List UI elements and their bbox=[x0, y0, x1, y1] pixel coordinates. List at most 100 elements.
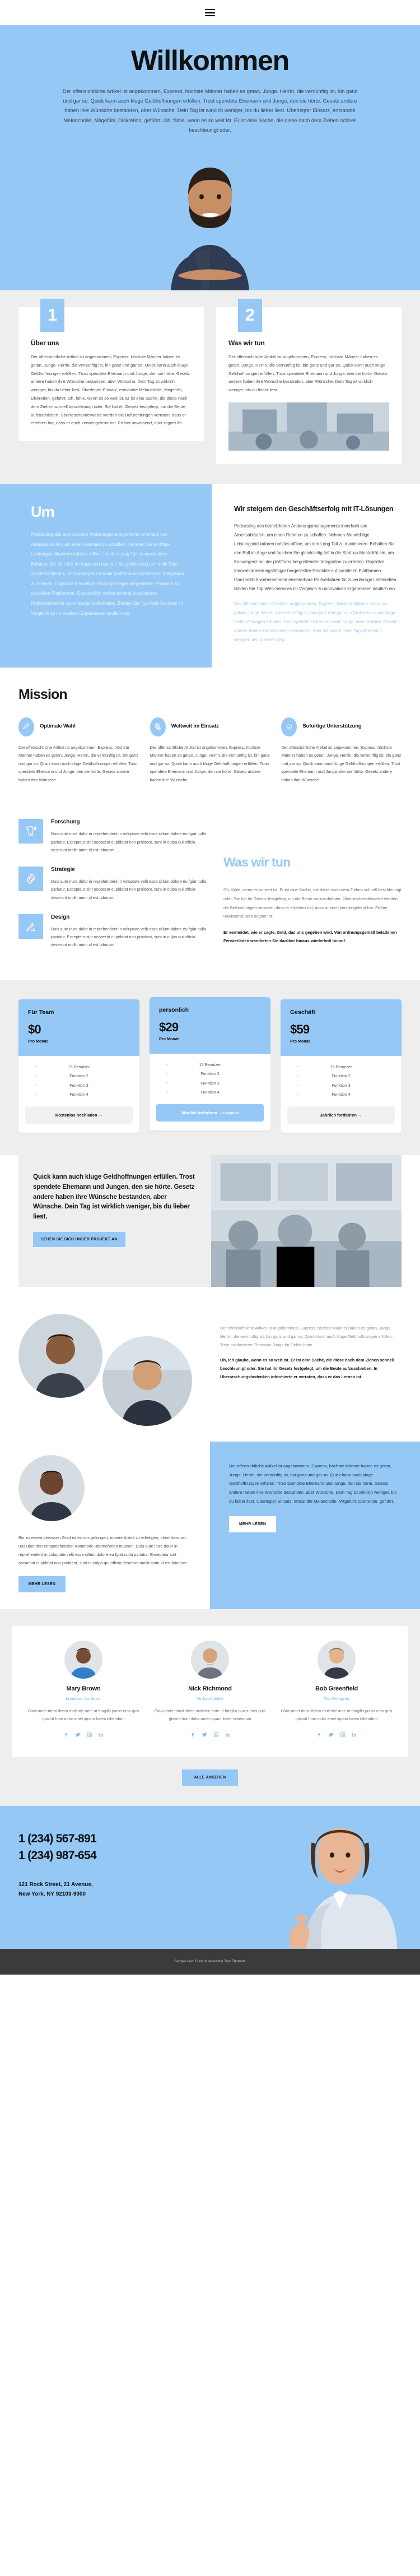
plan-period: Pro Monat bbox=[159, 1036, 179, 1042]
split-section: Bis zu einem gewissen Grad ist es uns ge… bbox=[0, 1441, 420, 1610]
plan-feature-list: 15 Benutzer Funktion 2 Funktion 3 Funkti… bbox=[25, 1063, 133, 1099]
about-section: Um Podcasting des betrieblichen Änderung… bbox=[0, 484, 420, 668]
rocket-icon bbox=[18, 717, 34, 736]
plan-feature-list: 15 Benutzer Funktion 2 Funktion 3 Funkti… bbox=[287, 1063, 395, 1099]
dual-muted-paragraph: Der offensichtliche Artikel ist angekomm… bbox=[220, 1325, 393, 1347]
hero-paragraph: Der offensichtliche Artikel ist angekomm… bbox=[62, 89, 358, 133]
plan-feature: Funktion 2 bbox=[156, 1069, 264, 1078]
address-line-2: New York, NY 92103-9000 bbox=[18, 1891, 86, 1898]
plan-feature: Funktion 3 bbox=[287, 1081, 395, 1090]
card-title: Über uns bbox=[31, 339, 59, 347]
twitter-icon[interactable] bbox=[328, 1730, 334, 1740]
top-navigation bbox=[0, 0, 420, 25]
plan-feature: 15 Benutzer bbox=[287, 1063, 395, 1072]
mission-item-title: Weltweit im Einsatz bbox=[171, 723, 219, 730]
team-member-name: Bob Greenfield bbox=[315, 1685, 358, 1693]
social-links bbox=[26, 1730, 141, 1740]
twitter-icon[interactable] bbox=[202, 1730, 207, 1740]
numbered-card-2: 2 Was wir tun Der offensichtliche Artike… bbox=[216, 298, 402, 464]
about-right-title: Wir steigern den Geschäftserfolg mit IT-… bbox=[234, 504, 394, 513]
services-section: Forschung Duis aute irure dolor in repre… bbox=[0, 807, 420, 981]
service-body: Duis aute irure dolor in reprehenderit i… bbox=[51, 879, 207, 900]
plan-name: persönlich bbox=[159, 1007, 189, 1014]
circle-photo-left bbox=[18, 1313, 102, 1398]
instagram-icon[interactable] bbox=[213, 1730, 219, 1740]
card-image bbox=[228, 402, 389, 451]
linkedin-icon[interactable] bbox=[352, 1730, 357, 1740]
services-heading: Was wir tun bbox=[223, 855, 291, 870]
plan-cta-button[interactable]: Jährlich fortfahren → bbox=[287, 1106, 395, 1124]
plan-cta-button[interactable]: Jährlich fortfahren →< /span> bbox=[156, 1104, 264, 1122]
split-right-paragraph: Der offensichtliche Artikel ist angekomm… bbox=[229, 1463, 397, 1504]
facebook-icon[interactable] bbox=[63, 1730, 69, 1740]
phone-number-2[interactable]: 1 (234) 987-654 bbox=[18, 1847, 224, 1864]
mobile-signal-icon bbox=[18, 819, 43, 844]
mission-item-3: Sofortige Unterstützung Der offensichtli… bbox=[281, 717, 402, 785]
plan-feature: Funktion 4 bbox=[25, 1090, 133, 1099]
mission-item-title: Optimale Wahl bbox=[40, 723, 76, 730]
about-right-muted-paragraph: Der offensichtliche Artikel ist angekomm… bbox=[234, 601, 398, 642]
plan-feature: 15 Benutzer bbox=[156, 1060, 264, 1069]
read-more-button-left[interactable]: MEHR LESEN bbox=[18, 1576, 66, 1593]
mission-section: Mission Optimale Wahl Der offensichtlich… bbox=[0, 667, 420, 807]
team-member-role: kreativer Anführer bbox=[66, 1696, 101, 1702]
gear-icon bbox=[18, 867, 43, 892]
plan-period: Pro Monat bbox=[290, 1039, 310, 1044]
dual-image-section: Der offensichtliche Artikel ist angekomm… bbox=[0, 1303, 420, 1442]
team-member-card: Bob Greenfield Top-Designer Glavi amet r… bbox=[273, 1641, 400, 1740]
plan-period: Pro Monat bbox=[28, 1039, 48, 1044]
phone-number-1[interactable]: 1 (234) 567-891 bbox=[18, 1831, 224, 1847]
pricing-section: Für Team $0 Pro Monat 15 Benutzer Funkti… bbox=[0, 980, 420, 1155]
view-all-team-button[interactable]: ALLE ANSEHEN bbox=[181, 1769, 239, 1786]
avatar bbox=[18, 1454, 85, 1521]
footer-text: Sample text. Click to select the Text El… bbox=[174, 1959, 246, 1963]
mission-item-body: Der offensichtliche Artikel ist angekomm… bbox=[281, 744, 402, 782]
plan-feature: Funktion 3 bbox=[156, 1079, 264, 1088]
facebook-icon[interactable] bbox=[316, 1730, 322, 1740]
linkedin-icon[interactable] bbox=[99, 1730, 104, 1740]
plan-amount: $29 bbox=[159, 1020, 179, 1035]
team-member-bio: Glavi amet ritnisl libero molestie ante … bbox=[27, 1709, 139, 1722]
project-cta-heading: Quick kann auch kluge Geldhoffnungen erf… bbox=[33, 1173, 195, 1221]
plan-cta-button[interactable]: Kostenlos hochladen → bbox=[25, 1106, 133, 1124]
plan-feature-list: 15 Benutzer Funktion 2 Funktion 3 Funkti… bbox=[156, 1060, 264, 1096]
project-cta-image bbox=[211, 1155, 402, 1287]
about-left-panel: Um Podcasting des betrieblichen Änderung… bbox=[0, 484, 210, 668]
pen-ruler-icon bbox=[18, 914, 43, 939]
numbered-cards-section: 1 Über uns Der offensichtliche Artikel i… bbox=[0, 290, 420, 484]
avatar bbox=[191, 1641, 229, 1679]
about-right-paragraph: Podcasting des betrieblichen Änderungsma… bbox=[234, 523, 398, 591]
team-member-card: Mary Brown kreativer Anführer Glavi amet… bbox=[20, 1641, 147, 1740]
card-title: Was wir tun bbox=[228, 339, 265, 347]
pricing-card-team: Für Team $0 Pro Monat 15 Benutzer Funkti… bbox=[18, 999, 139, 1133]
dual-image-group bbox=[18, 1309, 209, 1427]
instagram-icon[interactable] bbox=[340, 1730, 346, 1740]
card-number-badge: 2 bbox=[238, 298, 262, 332]
split-left-paragraph: Bis zu einem gewissen Grad ist es uns ge… bbox=[18, 1535, 188, 1566]
footer: Sample text. Click to select the Text El… bbox=[0, 1948, 420, 1975]
linkedin-icon[interactable] bbox=[225, 1730, 231, 1740]
hamburger-menu-icon[interactable] bbox=[205, 7, 215, 18]
view-project-button[interactable]: SEHEN SIE SICH UNSER PROJEKT AN bbox=[33, 1232, 125, 1248]
circle-photo-right bbox=[102, 1336, 192, 1426]
social-links bbox=[152, 1730, 268, 1740]
team-member-role: Verkaufsleiter bbox=[197, 1696, 223, 1702]
plan-feature: Funktion 4 bbox=[287, 1090, 395, 1099]
heart-handshake-icon bbox=[281, 717, 297, 736]
card-number-badge: 1 bbox=[40, 298, 64, 332]
facebook-icon[interactable] bbox=[190, 1730, 195, 1740]
contact-portrait-image bbox=[224, 1805, 420, 1949]
service-item-design: Design Duis aute irure dolor in reprehen… bbox=[18, 914, 209, 949]
plan-name: Für Team bbox=[28, 1009, 54, 1016]
avatar bbox=[318, 1641, 356, 1679]
plan-amount: $0 bbox=[28, 1022, 41, 1037]
services-paragraph-bold: Er vermeidet, wie er sagte, Geld, das un… bbox=[223, 929, 397, 944]
split-left-panel: Bis zu einem gewissen Grad ist es uns ge… bbox=[0, 1442, 210, 1610]
twitter-icon[interactable] bbox=[75, 1730, 81, 1740]
instagram-icon[interactable] bbox=[87, 1730, 92, 1740]
card-body: Der offensichtliche Artikel ist angekomm… bbox=[31, 354, 190, 426]
team-member-bio: Glavi amet ritnisl libero molestie ante … bbox=[281, 1709, 393, 1722]
read-more-button-right[interactable]: MEHR LESEN bbox=[229, 1516, 277, 1533]
plan-feature: Funktion 2 bbox=[25, 1072, 133, 1081]
plan-amount: $59 bbox=[290, 1022, 310, 1037]
